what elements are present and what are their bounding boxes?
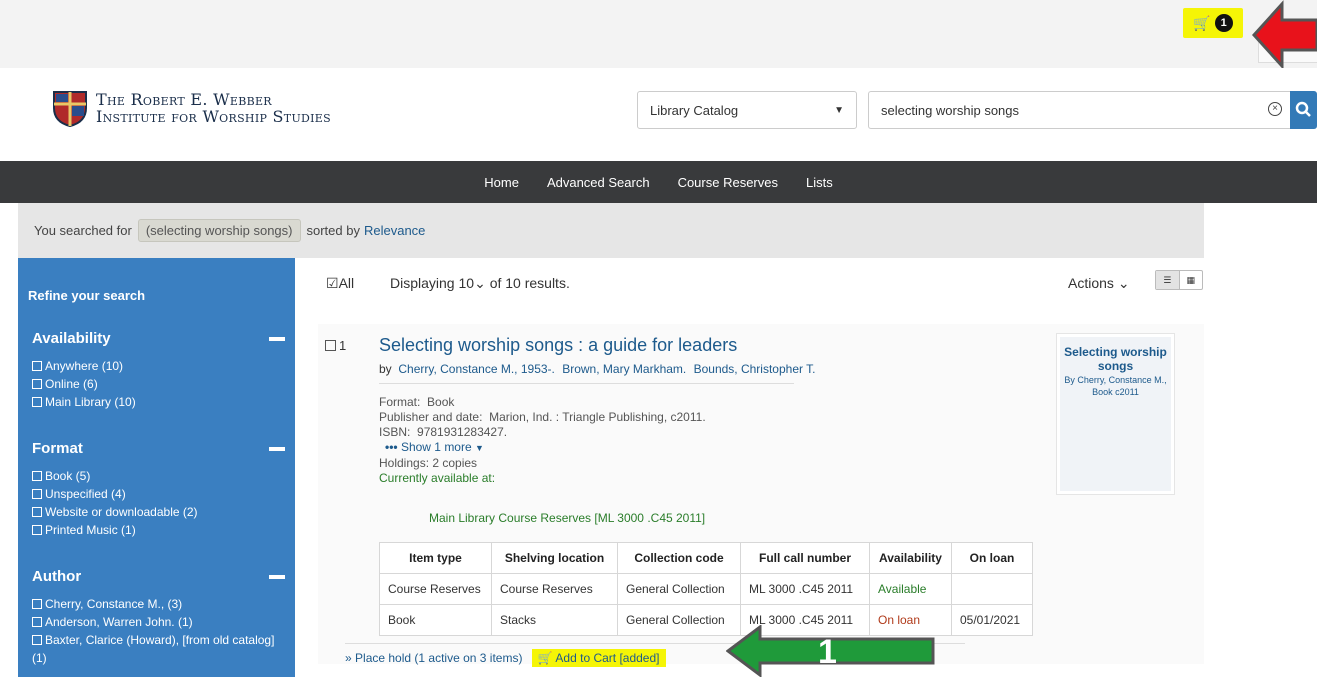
author-link[interactable]: Bounds, Christopher T. — [694, 362, 816, 376]
table-header-row: Item type Shelving location Collection c… — [379, 542, 1033, 574]
red-arrow-annotation — [1252, 0, 1317, 70]
list-view-icon[interactable]: ☰ — [1156, 271, 1180, 289]
result-select[interactable]: 1 — [325, 338, 346, 353]
show-more-toggle[interactable]: ••• Show 1 more ▼ — [379, 440, 706, 456]
refine-sidebar: Refine your search Availability Anywhere… — [18, 258, 295, 677]
search-type-select[interactable]: Library Catalog ▼ — [637, 91, 857, 129]
search-query-text: selecting worship songs — [881, 102, 1020, 118]
facet-item[interactable]: Cherry, Constance M., (3) — [32, 595, 287, 613]
site-logo[interactable]: The Robert E. Webber Institute for Worsh… — [50, 88, 331, 128]
checkbox-icon — [32, 599, 42, 609]
search-input[interactable]: selecting worship songs × — [868, 91, 1290, 129]
checkbox-check-icon: ☑ — [326, 275, 339, 291]
facet-item[interactable]: Book (5) — [32, 467, 287, 485]
nav-home[interactable]: Home — [484, 175, 519, 190]
displaying-count[interactable]: Displaying 10⌄ of 10 results. — [390, 275, 570, 292]
checkbox-icon — [32, 617, 42, 627]
caret-down-icon: ▼ — [834, 104, 844, 116]
author-link[interactable]: Cherry, Constance M., 1953-. — [398, 362, 555, 376]
chevron-down-icon: ⌄ — [474, 275, 486, 291]
main-nav: Home Advanced Search Course Reserves Lis… — [0, 161, 1317, 203]
search-summary-prefix: You searched for — [34, 223, 132, 238]
collapse-icon[interactable] — [269, 574, 285, 579]
search-term-chip: (selecting worship songs) — [137, 219, 301, 242]
checkbox-icon — [32, 635, 42, 645]
actions-menu[interactable]: Actions ⌄ — [1068, 275, 1130, 292]
collapse-icon[interactable] — [269, 446, 285, 451]
result-authors: by Cherry, Constance M., 1953-. Brown, M… — [379, 362, 816, 376]
checkbox-icon — [32, 379, 42, 389]
cart-count-badge: 1 — [1214, 14, 1233, 32]
facet-heading[interactable]: Availability — [32, 330, 287, 347]
cover-author: By Cherry, Constance M., — [1064, 375, 1167, 385]
facet-author: Author Cherry, Constance M., (3) Anderso… — [32, 568, 287, 667]
logo-line-2: Institute for Worship Studies — [96, 107, 331, 126]
cart-icon: 🛒 — [1193, 14, 1211, 31]
available-location: Main Library Course Reserves [ML 3000 .C… — [429, 511, 706, 525]
caret-down-icon: ▼ — [475, 443, 484, 453]
facet-format: Format Book (5) Unspecified (4) Website … — [32, 440, 287, 539]
search-icon — [1295, 101, 1311, 117]
facet-item: (1) — [32, 651, 47, 665]
green-arrow-annotation: 1 — [725, 624, 936, 677]
nav-advanced-search[interactable]: Advanced Search — [547, 175, 650, 190]
chevron-double-down-icon: » — [345, 651, 352, 665]
result-title[interactable]: Selecting worship songs : a guide for le… — [379, 335, 737, 356]
results-toolbar: ☑All Displaying 10⌄ of 10 results. Actio… — [310, 258, 1204, 308]
facet-item[interactable]: Website or downloadable (2) — [32, 503, 287, 521]
select-all[interactable]: ☑All — [326, 275, 354, 292]
sort-link[interactable]: Relevance — [364, 223, 425, 238]
clear-icon[interactable]: × — [1268, 102, 1282, 116]
ellipsis-icon: ••• — [385, 440, 398, 454]
shield-logo-icon — [53, 91, 87, 128]
logo-line-1: The Robert E. Webber — [96, 90, 272, 109]
site-header: The Robert E. Webber Institute for Worsh… — [0, 68, 1317, 161]
cart-icon: 🛒 — [537, 651, 553, 665]
author-link[interactable]: Brown, Mary Markham. — [562, 362, 686, 376]
facet-heading[interactable]: Author — [32, 568, 287, 585]
nav-course-reserves[interactable]: Course Reserves — [678, 175, 778, 190]
holdings-table: Item type Shelving location Collection c… — [379, 542, 1033, 636]
facet-item[interactable]: Printed Music (1) — [32, 521, 287, 539]
grid-view-icon[interactable]: ▦ — [1180, 271, 1203, 289]
table-row: Course Reserves Course Reserves General … — [379, 573, 1033, 605]
facet-item[interactable]: Online (6) — [32, 375, 287, 393]
search-type-value: Library Catalog — [650, 102, 739, 118]
facet-item[interactable]: Anywhere (10) — [32, 357, 287, 375]
cover-title: Selecting worship songs — [1064, 345, 1167, 373]
facet-availability: Availability Anywhere (10) Online (6) Ma… — [32, 330, 287, 411]
cover-type: Book c2011 — [1092, 387, 1139, 397]
refine-heading: Refine your search — [28, 288, 146, 303]
cart-button[interactable]: 🛒 1 — [1183, 8, 1243, 38]
facet-item[interactable]: Baxter, Clarice (Howard), [from old cata… — [32, 631, 287, 649]
facet-item[interactable]: Main Library (10) — [32, 393, 287, 411]
checkbox-icon — [32, 361, 42, 371]
checkbox-icon — [32, 397, 42, 407]
search-summary-bar: You searched for (selecting worship song… — [18, 203, 1204, 258]
top-bar: 🛒 1 — [0, 0, 1317, 70]
checkbox-icon — [32, 525, 42, 535]
facet-item[interactable]: Unspecified (4) — [32, 485, 287, 503]
checkbox-icon — [32, 489, 42, 499]
facet-heading[interactable]: Format — [32, 440, 287, 457]
facet-item[interactable]: Anderson, Warren John. (1) — [32, 613, 287, 631]
add-to-cart-link[interactable]: 🛒 Add to Cart [added] — [531, 649, 666, 667]
step-label: 1 — [818, 633, 837, 671]
result-meta: Format: Book Publisher and date: Marion,… — [379, 395, 706, 485]
search-button[interactable] — [1290, 91, 1317, 129]
book-cover[interactable]: Selecting worship songs By Cherry, Const… — [1057, 334, 1174, 494]
checkbox-icon — [32, 471, 42, 481]
checkbox-icon — [325, 340, 336, 351]
place-hold-link[interactable]: » Place hold (1 active on 3 items) — [345, 651, 522, 665]
sorted-by-label: sorted by — [306, 223, 360, 238]
nav-lists[interactable]: Lists — [806, 175, 833, 190]
chevron-down-icon: ⌄ — [1117, 275, 1130, 291]
view-toggle[interactable]: ☰ ▦ — [1155, 270, 1203, 290]
divider — [379, 383, 794, 384]
checkbox-icon — [32, 507, 42, 517]
collapse-icon[interactable] — [269, 336, 285, 341]
